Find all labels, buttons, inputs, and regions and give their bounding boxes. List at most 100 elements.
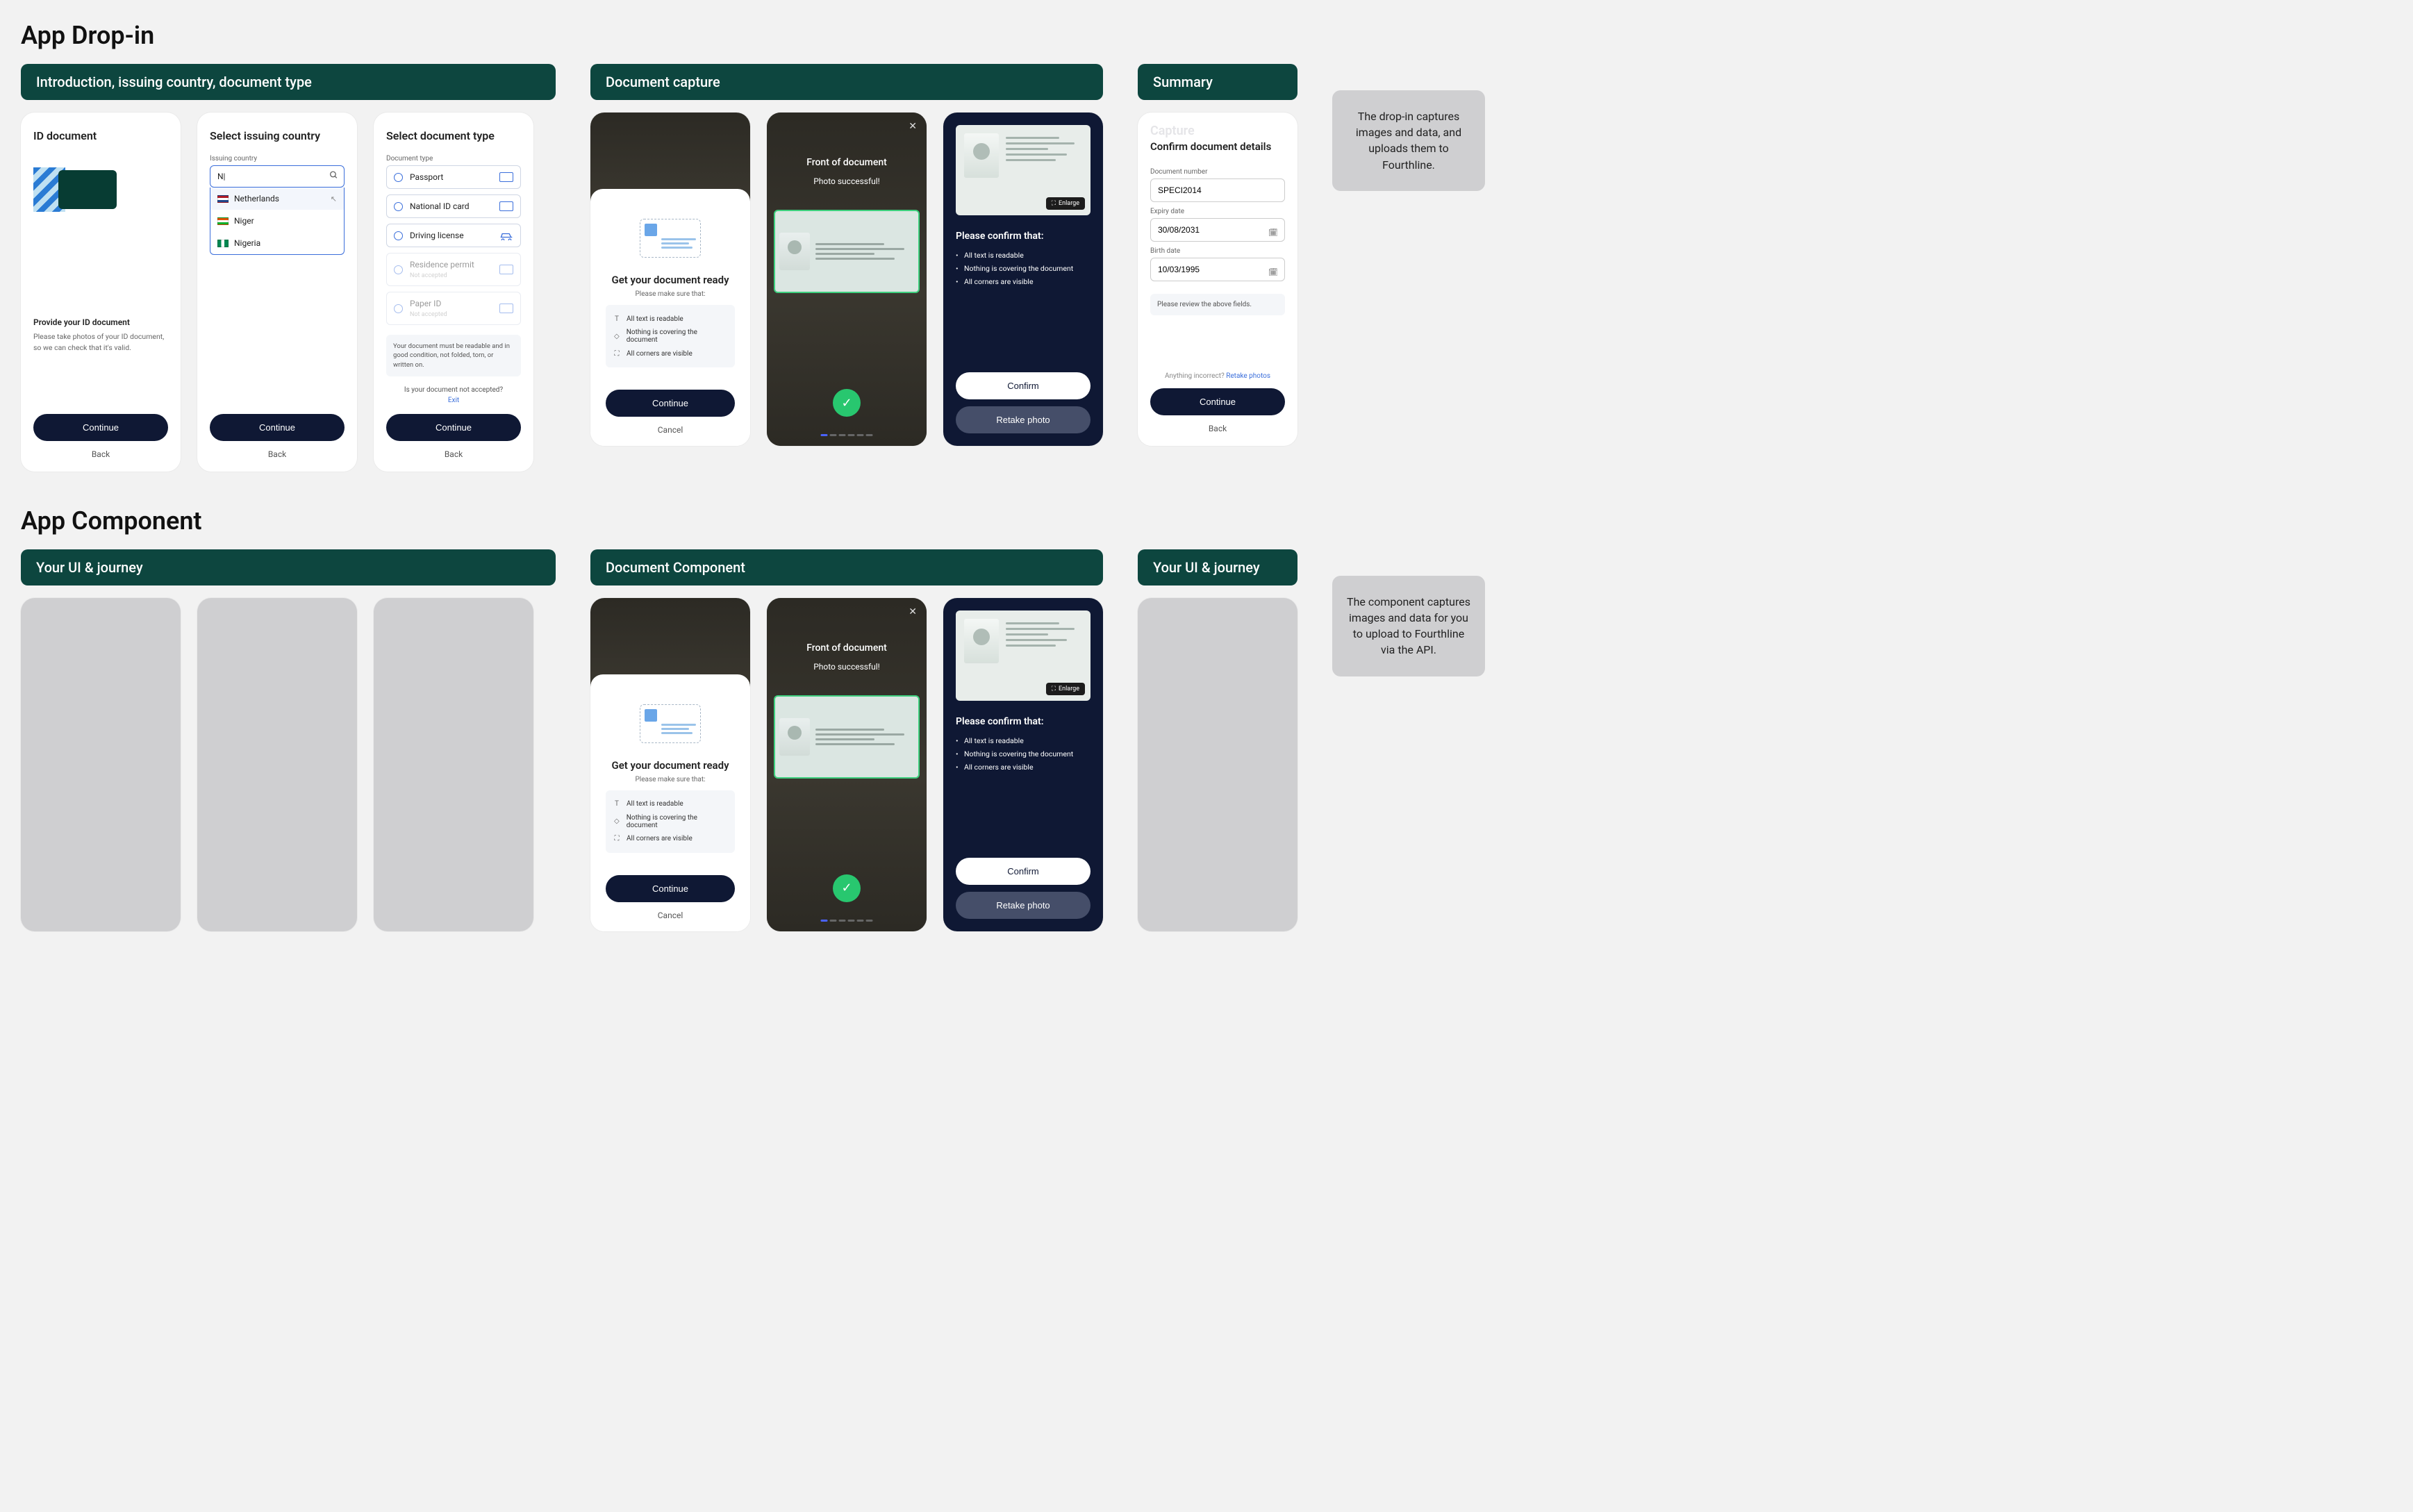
check-text: All text is readable [956,249,1091,262]
corners-icon: ⛶ [613,349,621,358]
field-label: Birth date [1150,247,1285,255]
id-body: Please take photos of your ID document, … [33,331,168,352]
check-text: All corners are visible [627,350,693,358]
back-link[interactable]: Back [1150,424,1285,433]
photo-thumb [779,718,810,756]
calendar-icon[interactable]: 🗓 [1268,268,1278,277]
expiry-input[interactable] [1150,218,1285,242]
continue-button[interactable]: Continue [210,414,345,441]
placeholder-screen [374,598,533,931]
country-option[interactable]: Nigeria [210,232,344,254]
continue-button[interactable]: Continue [606,390,735,417]
enlarge-label: Enlarge [1059,686,1079,692]
back-link[interactable]: Back [386,449,521,459]
birth-input[interactable] [1150,258,1285,281]
doctype-option-paper: Paper IDNot accepted [386,292,521,325]
option-sub: Not accepted [410,311,447,318]
cluster-header: Summary [1138,64,1297,100]
captured-image: ⛶Enlarge [956,125,1091,215]
permit-icon [499,265,513,274]
check-text: All text is readable [956,734,1091,747]
checklist: TAll text is readable ◇Nothing is coveri… [606,305,735,367]
placeholder-screen [21,598,181,931]
back-link[interactable]: Back [33,449,168,459]
sheet-sub: Please make sure that: [606,776,735,783]
check-text: All corners are visible [627,835,693,842]
incorrect-text: Anything incorrect? Retake photos [1150,351,1285,380]
car-icon [499,231,513,240]
camera-status: Photo successful! [767,662,927,672]
confirm-button[interactable]: Confirm [956,372,1091,399]
retake-photos-link[interactable]: Retake photos [1226,372,1270,380]
enlarge-button[interactable]: ⛶Enlarge [1046,197,1085,210]
check-text: Nothing is covering the document [627,329,728,344]
enlarge-label: Enlarge [1059,200,1079,207]
cluster-header: Introduction, issuing country, document … [21,64,556,100]
country-search-input[interactable]: N| [210,165,345,188]
continue-button[interactable]: Continue [33,414,168,441]
option-label: Passport [410,172,443,182]
cover-icon: ◇ [613,332,621,340]
continue-button[interactable]: Continue [606,875,735,902]
confirm-title: Please confirm that: [956,716,1091,727]
retake-button[interactable]: Retake photo [956,406,1091,433]
success-icon: ✓ [833,389,861,417]
idcard-icon [499,201,513,211]
doctype-option-idcard[interactable]: National ID card [386,194,521,218]
sheet-sub: Please make sure that: [606,290,735,298]
search-value: N| [217,172,226,181]
cluster-doc-component: Document Component Get your document rea… [590,549,1103,931]
country-label: Niger [234,216,254,226]
cluster-intro: Introduction, issuing country, document … [21,64,556,472]
retake-button[interactable]: Retake photo [956,892,1091,919]
confirm-checklist: All text is readable Nothing is covering… [956,734,1091,774]
flag-icon [217,240,229,247]
captured-image: ⛶Enlarge [956,610,1091,701]
country-option[interactable]: Netherlands ↖ [210,188,344,210]
close-icon[interactable]: ✕ [909,606,917,617]
check-text: All corners are visible [956,275,1091,288]
photo-thumb [779,233,810,270]
cluster-header: Your UI & journey [1138,549,1297,585]
country-label: Netherlands [234,194,279,203]
screen-id-document: ID document Provide your ID document Ple… [21,113,181,472]
screen-title: ID document [33,129,168,142]
confirm-checklist: All text is readable Nothing is covering… [956,249,1091,288]
option-label: Driving license [410,231,464,240]
doc-number-input[interactable] [1150,178,1285,202]
doc-ready-illustration [606,692,735,755]
paper-icon [499,304,513,313]
screen-title: Select document type [386,129,521,142]
cancel-link[interactable]: Cancel [606,425,735,435]
continue-button[interactable]: Continue [1150,388,1285,415]
option-label: National ID card [410,201,469,211]
back-link[interactable]: Back [210,449,345,459]
doctype-option-passport[interactable]: Passport [386,165,521,189]
check-text: All text is readable [627,800,683,808]
screen-confirm-capture: ⛶Enlarge Please confirm that: All text i… [943,598,1103,931]
field-label: Document number [1150,168,1285,176]
enlarge-button[interactable]: ⛶Enlarge [1046,683,1085,695]
confirm-title: Please confirm that: [956,231,1091,242]
cancel-link[interactable]: Cancel [606,911,735,920]
section-title-component: App Component [21,506,2392,535]
field-label: Expiry date [1150,208,1285,215]
confirm-button[interactable]: Confirm [956,858,1091,885]
doctype-option-residence: Residence permitNot accepted [386,253,521,286]
camera-title: Front of document [767,642,927,654]
component-row: Your UI & journey Document Component Get… [21,549,2392,931]
close-icon[interactable]: ✕ [909,121,917,132]
summary-title: Confirm document details [1150,140,1285,153]
country-option[interactable]: Niger [210,210,344,232]
option-sub: Not accepted [410,272,447,279]
exit-link[interactable]: Exit [386,397,521,404]
cursor-icon: ↖ [331,194,337,203]
calendar-icon[interactable]: 🗓 [1268,229,1278,238]
checklist: TAll text is readable ◇Nothing is coveri… [606,790,735,853]
doctype-option-license[interactable]: Driving license [386,224,521,247]
check-text: Nothing is covering the document [627,814,728,829]
not-accepted-text: Is your document not accepted? Exit [386,386,521,404]
screen-title: Select issuing country [210,129,345,142]
continue-button[interactable]: Continue [386,414,521,441]
text-icon: T [613,315,621,323]
